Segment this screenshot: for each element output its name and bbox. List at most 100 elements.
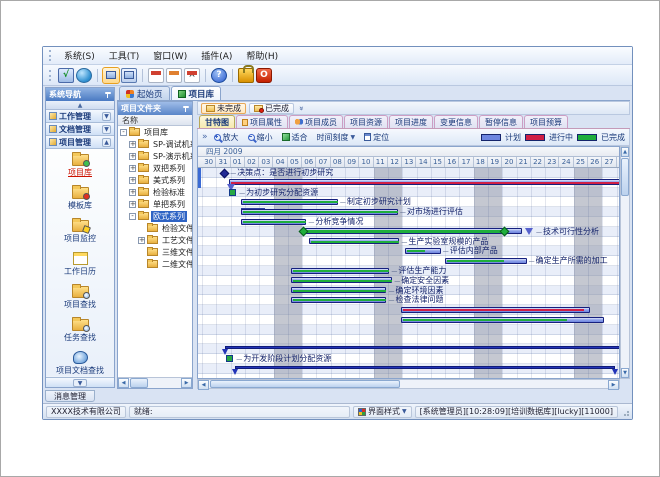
exit-icon[interactable]: O [256,68,272,83]
scroll-left-icon[interactable]: ◀ [198,380,209,390]
tree-row-5[interactable]: +检验标准 [118,186,192,198]
tree-row-3[interactable]: +双把系列 [118,162,192,174]
chevron-icon[interactable]: ▼ [102,112,111,121]
mini-task[interactable] [229,189,236,196]
gantt-tool-2[interactable]: 适合 [279,131,311,144]
doc-tab-0[interactable]: 起始页 [119,86,170,100]
report-red-icon[interactable] [148,68,164,83]
tree-row-8[interactable]: 检验文件 [118,222,192,234]
new-window-icon[interactable] [103,68,119,83]
tree-row-0[interactable]: -项目库 [118,126,192,138]
sidebar-item-0[interactable]: 项目库 [46,149,114,182]
chevron-icon[interactable]: ▲ [102,138,111,147]
summary-line[interactable] [225,346,620,349]
help-icon[interactable]: ? [211,68,227,83]
task-bar[interactable] [309,238,399,244]
gantt-tool-1[interactable]: 缩小 [245,131,276,144]
nav-section-2[interactable]: 项目管理▲ [46,136,114,149]
tree-expander-icon[interactable]: + [138,237,145,244]
message-manager-tab[interactable]: 消息管理 [45,390,95,402]
switch-window-icon[interactable] [121,68,137,83]
gantt-tab-6[interactable]: 暂停信息 [479,115,523,128]
nav-collapse-strip[interactable]: ▲ [46,101,114,110]
chevron-down-icon[interactable]: ▼ [351,134,356,141]
sidebar-item-2[interactable]: 项目监控 [46,215,114,248]
nav-section-1[interactable]: 文档管理▼ [46,123,114,136]
tree-expander-icon[interactable]: + [129,165,136,172]
tree-row-11[interactable]: 二维文件 [118,258,192,270]
task-bar[interactable] [291,277,393,283]
globe-icon[interactable] [76,68,92,83]
menubar-grip[interactable] [49,50,52,61]
tree-expander-icon[interactable]: + [129,141,136,148]
tree-horizontal-scrollbar[interactable]: ◀ ▶ [118,377,192,388]
mini-task[interactable] [226,355,233,362]
report-orange-icon[interactable] [166,68,182,83]
nav-bottom-section[interactable]: ▼ [46,377,114,387]
sidebar-item-5[interactable]: 任务查找 [46,314,114,347]
gantt-horizontal-scrollbar[interactable]: ◀ ▶ [197,379,620,389]
scroll-right-icon[interactable]: ▶ [181,378,192,388]
menu-item-2[interactable]: 窗口(W) [146,50,194,64]
report-close-icon[interactable]: × [184,68,200,83]
task-bar[interactable] [291,268,390,274]
menu-item-3[interactable]: 插件(A) [194,50,239,64]
group-bar[interactable] [302,228,522,234]
tree-row-4[interactable]: +美式系列 [118,174,192,186]
sidebar-item-3[interactable]: 工作日历 [46,248,114,281]
menu-item-0[interactable]: 系统(S) [57,50,102,64]
toolbar-overflow-icon[interactable]: » [202,132,208,142]
gantt-tab-4[interactable]: 项目进度 [389,115,433,128]
scrollbar-thumb[interactable] [130,378,148,388]
gantt-tool-4[interactable]: 定位 [361,131,392,144]
scrollbar-thumb[interactable] [621,158,629,196]
ui-style-button[interactable]: 界面样式 ▼ [353,406,412,418]
task-bar[interactable] [241,209,398,215]
milestone-triangle-icon[interactable] [525,228,533,235]
gantt-tool-0[interactable]: 放大 [211,131,242,144]
lock-icon[interactable] [238,68,254,83]
task-bar[interactable] [445,258,527,264]
tree-row-10[interactable]: 三维文件 [118,246,192,258]
tree-row-6[interactable]: +单把系列 [118,198,192,210]
doc-tab-1[interactable]: 项目库 [171,86,222,100]
filter-button-0[interactable]: 未完成 [201,103,246,114]
nav-section-0[interactable]: 工作管理▼ [46,110,114,123]
menu-item-4[interactable]: 帮助(H) [239,50,285,64]
chevron-down-icon[interactable]: ▼ [73,379,87,387]
tree-expander-icon[interactable]: - [129,213,136,220]
gantt-tab-7[interactable]: 项目预算 [524,115,568,128]
gantt-tool-3[interactable]: 时间刻度▼ [314,131,359,144]
tree-expander-icon[interactable]: + [129,201,136,208]
pin-icon[interactable] [182,105,189,113]
gantt-vertical-scrollbar[interactable]: ▲ ▼ [620,146,630,379]
tree-expander-icon[interactable]: - [120,129,127,136]
task-bar[interactable] [405,248,441,254]
tree-row-1[interactable]: +SP-调试机系 [118,138,192,150]
task-bar[interactable] [401,307,590,313]
tree-expander-icon[interactable]: + [129,189,136,196]
task-bar[interactable] [401,317,604,323]
summary-line[interactable] [235,366,615,369]
task-bar[interactable] [241,199,338,205]
gantt-tab-2[interactable]: 项目成员 [289,115,343,128]
tree-expander-icon[interactable]: + [129,153,136,160]
sidebar-item-1[interactable]: 模板库 [46,182,114,215]
gantt-tab-0[interactable]: 甘特图 [199,115,235,128]
sidebar-item-6[interactable]: 项目文档查找 [46,347,114,376]
gantt-tab-3[interactable]: 项目资源 [344,115,388,128]
sync-monitor-icon[interactable]: √ [58,68,74,83]
summary-bar[interactable] [229,179,620,185]
task-bar[interactable] [291,297,387,303]
scroll-left-icon[interactable]: ◀ [118,378,129,388]
toolbar-grip[interactable] [49,70,52,81]
chevron-down-icon[interactable]: » [297,106,306,111]
filter-button-1[interactable]: 已完成 [249,103,294,114]
pin-icon[interactable] [104,91,111,99]
tree-expander-icon[interactable]: + [129,177,136,184]
tree-row-7[interactable]: -欧式系列 [118,210,192,222]
task-bar[interactable] [241,219,307,225]
menu-item-1[interactable]: 工具(T) [102,50,147,64]
gantt-tab-5[interactable]: 变更信息 [434,115,478,128]
tree-row-9[interactable]: +工艺文件 [118,234,192,246]
